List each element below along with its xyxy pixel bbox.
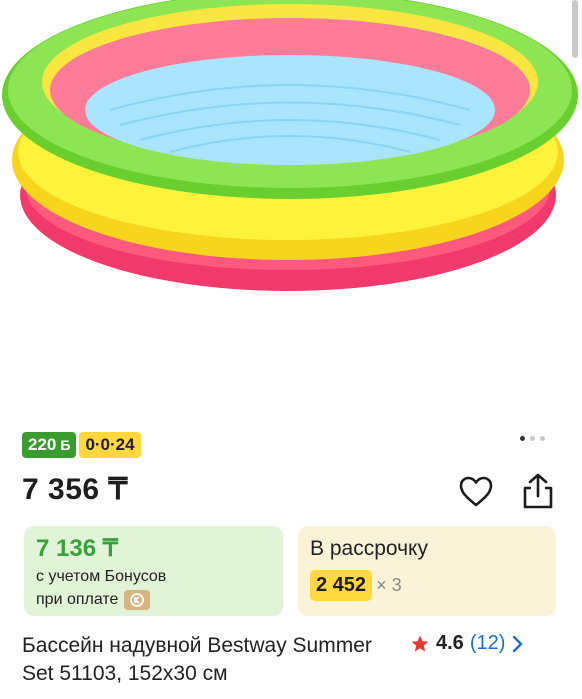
bonus-price: 7 136 ₸ xyxy=(36,535,118,562)
product-price: 7 356 ₸ xyxy=(22,473,128,506)
installment-badge: 0·0·24 xyxy=(79,432,141,458)
product-image[interactable] xyxy=(0,0,582,420)
promo-badges: 220 Б 0·0·24 xyxy=(22,432,141,458)
rating[interactable]: 4.6 (12) xyxy=(410,632,525,655)
review-count[interactable]: (12) xyxy=(470,632,506,655)
bonus-amount: 220 xyxy=(28,435,57,454)
installment-row: 2 452 × 3 xyxy=(310,570,402,601)
bonus-note-text: при оплате xyxy=(36,591,119,608)
carousel-dot-1[interactable] xyxy=(520,436,525,441)
rating-value: 4.6 xyxy=(436,632,464,654)
chevron-right-icon[interactable] xyxy=(511,634,525,654)
carousel-dot-3[interactable] xyxy=(540,436,545,441)
carousel-dots[interactable] xyxy=(520,436,545,441)
kaspi-icon xyxy=(124,590,151,610)
installment-multiplier: × 3 xyxy=(376,575,402,595)
bonus-note-line1: с учетом Бонусов xyxy=(36,568,167,585)
bonus-badge: 220 Б xyxy=(22,432,77,458)
carousel-dot-2[interactable] xyxy=(530,436,535,441)
product-title: Бассейн надувной Bestway Summer Set 5110… xyxy=(22,634,372,685)
bonus-price-card[interactable]: 7 136 ₸ с учетом Бонусов при оплате xyxy=(24,526,283,616)
installment-amount: 2 452 xyxy=(310,570,373,601)
bonus-note-line2: при оплате xyxy=(36,590,151,610)
star-icon xyxy=(411,635,429,651)
share-icon[interactable] xyxy=(520,472,556,510)
installment-label: В рассрочку xyxy=(310,537,428,560)
heart-icon[interactable] xyxy=(458,474,494,510)
scroll-indicator xyxy=(572,0,578,58)
installment-card[interactable]: В рассрочку 2 452 × 3 xyxy=(298,526,556,616)
bonus-currency: Б xyxy=(60,437,71,453)
